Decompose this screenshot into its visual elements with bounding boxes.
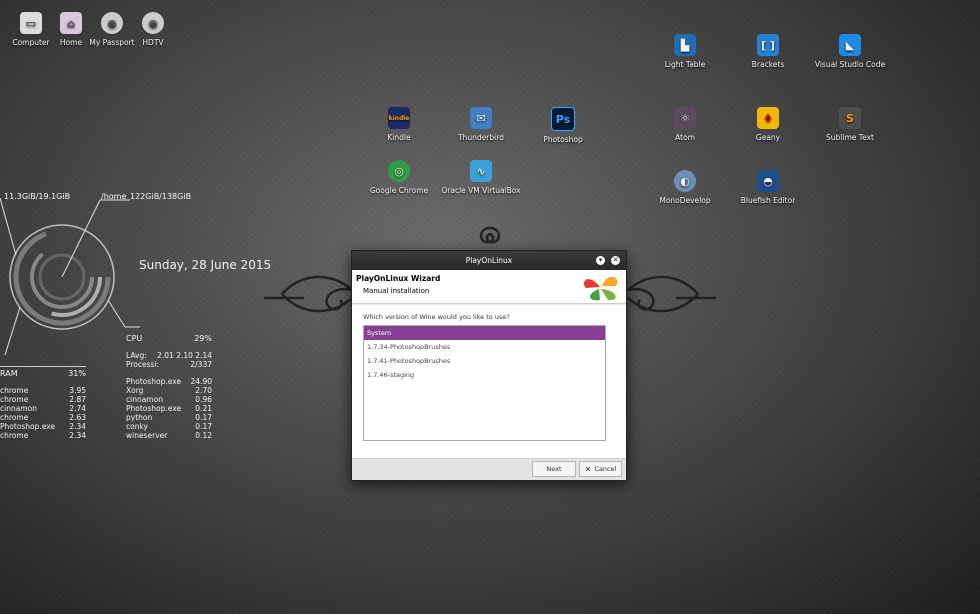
icon-label: Light Table — [664, 60, 706, 69]
cpu-label: CPU — [126, 334, 143, 343]
processi-row: Processi: 2/337 — [126, 360, 212, 369]
virtualbox-icon: ∿ — [470, 160, 492, 182]
desktop-icon-bluefish[interactable]: ◓ Bluefish Editor — [728, 170, 808, 205]
lavg-row: LAvg: 2.01 2.10 2.14 — [126, 351, 212, 360]
cancel-x-icon: ✕ — [584, 464, 592, 474]
desktop-icon-monodevelop[interactable]: ◐ MonoDevelop — [645, 170, 725, 205]
icon-label: Sublime Text — [826, 133, 874, 142]
cpu-process-row: cinnamon 0.96 — [126, 395, 212, 404]
icon-label: Oracle VM VirtualBox — [441, 186, 521, 195]
chrome-icon: ◎ — [388, 160, 410, 182]
bluefish-icon: ◓ — [757, 170, 779, 192]
cpu-process-row: wineserver 0.12 — [126, 431, 212, 440]
desktop-icon-atom[interactable]: ⚛ Atom — [645, 107, 725, 142]
conky-ring-graphic — [0, 197, 140, 356]
thunderbird-icon: ✉ — [470, 107, 492, 129]
desktop-icon-light-table[interactable]: ▙ Light Table — [645, 34, 725, 69]
sublime-icon: S — [839, 107, 861, 129]
wine-option-1-7-34[interactable]: 1.7.34-PhotoshopBrushes — [364, 340, 605, 354]
icon-label: Photoshop — [543, 135, 583, 144]
wine-version-list[interactable]: System 1.7.34-PhotoshopBrushes 1.7.41-Ph… — [363, 325, 606, 441]
desktop-icon-thunderbird[interactable]: ✉ Thunderbird — [441, 107, 521, 142]
icon-label: MonoDevelop — [659, 196, 711, 205]
ram-percent: 31% — [68, 369, 86, 378]
desktop-icon-kindle[interactable]: kindle Kindle — [359, 107, 439, 142]
close-icon[interactable]: ✕ — [611, 256, 620, 265]
next-button-label: Next — [546, 465, 562, 473]
conky-cpu-panel: CPU 29% LAvg: 2.01 2.10 2.14 Processi: 2/3… — [126, 334, 212, 440]
cpu-process-row: conky 0.17 — [126, 422, 212, 431]
icon-label: Geany — [755, 133, 781, 142]
conky-home-label: /home — [101, 192, 127, 201]
wizard-subtitle: Manual installation — [363, 287, 430, 295]
brackets-icon: [ ] — [757, 34, 779, 56]
atom-icon: ⚛ — [674, 107, 696, 129]
wine-version-question: Which version of Wine would you like to … — [363, 313, 510, 321]
wizard-header: PlayOnLinux Wizard Manual installation — [352, 270, 626, 304]
wizard-content: Which version of Wine would you like to … — [352, 305, 626, 459]
desktop-icon-photoshop[interactable]: Ps Photoshop — [523, 107, 603, 144]
icon-label: Google Chrome — [369, 186, 429, 195]
cpu-process-row: Photoshop.exe 24.90 — [126, 377, 212, 386]
conky-date: Sunday, 28 June 2015 — [139, 258, 272, 272]
cpu-process-row: Photoshop.exe 0.21 — [126, 404, 212, 413]
ram-process-row: chrome 3.95 — [0, 386, 86, 395]
minimize-icon[interactable]: ▾ — [596, 256, 605, 265]
conky-mem-usage: 11.3GiB/19.1GiB — [4, 192, 71, 201]
desktop-icon-virtualbox[interactable]: ∿ Oracle VM VirtualBox — [441, 160, 521, 195]
wine-option-1-7-46[interactable]: 1.7.46-staging — [364, 368, 605, 382]
window-titlebar[interactable]: PlayOnLinux ▾ ✕ — [352, 251, 626, 270]
conky-home-usage: 122GiB/138GiB — [130, 192, 192, 201]
cpu-percent: 29% — [194, 334, 212, 343]
desktop-icon-geany[interactable]: ♦ Geany — [728, 107, 808, 142]
conky-ram-panel: RAM 31% chrome 3.95 chrome 2.87 cinnamon 2.… — [0, 366, 86, 440]
icon-label: Atom — [675, 133, 695, 142]
cpu-process-row: python 0.17 — [126, 413, 212, 422]
cancel-button-label: Cancel — [594, 465, 617, 473]
playonlinux-wizard-window: PlayOnLinux ▾ ✕ PlayOnLinux Wizard Manua… — [351, 250, 627, 481]
window-title: PlayOnLinux — [465, 256, 513, 265]
next-button[interactable]: Next — [532, 461, 576, 477]
icon-label: Visual Studio Code — [814, 60, 886, 69]
wizard-footer: Next ✕ Cancel — [352, 458, 626, 480]
ram-process-row: chrome 2.34 — [0, 431, 86, 440]
wine-option-1-7-41[interactable]: 1.7.41-PhotoshopBrushes — [364, 354, 605, 368]
icon-label: HDTV — [142, 38, 164, 47]
icon-label: Brackets — [751, 60, 785, 69]
monodevelop-icon: ◐ — [674, 170, 696, 192]
icon-label: Kindle — [387, 133, 411, 142]
lighttable-icon: ▙ — [674, 34, 696, 56]
playonlinux-logo-icon — [583, 276, 618, 301]
photoshop-icon: Ps — [551, 107, 575, 131]
cpu-process-row: Xorg 2.70 — [126, 386, 212, 395]
cancel-button[interactable]: ✕ Cancel — [579, 461, 622, 477]
desktop-icon-vscode[interactable]: ◣ Visual Studio Code — [810, 34, 890, 69]
kindle-icon: kindle — [388, 107, 410, 129]
desktop-icon-chrome[interactable]: ◎ Google Chrome — [359, 160, 439, 195]
wine-option-system[interactable]: System — [364, 326, 605, 340]
ram-process-row: chrome 2.63 — [0, 413, 86, 422]
ram-label: RAM — [0, 369, 18, 378]
ram-process-row: chrome 2.87 — [0, 395, 86, 404]
icon-label: Thunderbird — [458, 133, 504, 142]
desktop-icon-brackets[interactable]: [ ] Brackets — [728, 34, 808, 69]
vscode-icon: ◣ — [839, 34, 861, 56]
ram-process-row: Photoshop.exe 2.34 — [0, 422, 86, 431]
icon-label: Bluefish Editor — [740, 196, 796, 205]
ram-process-row: cinnamon 2.74 — [0, 404, 86, 413]
desktop-icon-sublime[interactable]: S Sublime Text — [810, 107, 890, 142]
desktop-icon-hdtv[interactable]: ◉ HDTV — [113, 12, 193, 47]
geany-icon: ♦ — [757, 107, 779, 129]
drive-icon: ◉ — [142, 12, 164, 34]
wizard-title: PlayOnLinux Wizard — [356, 274, 441, 283]
